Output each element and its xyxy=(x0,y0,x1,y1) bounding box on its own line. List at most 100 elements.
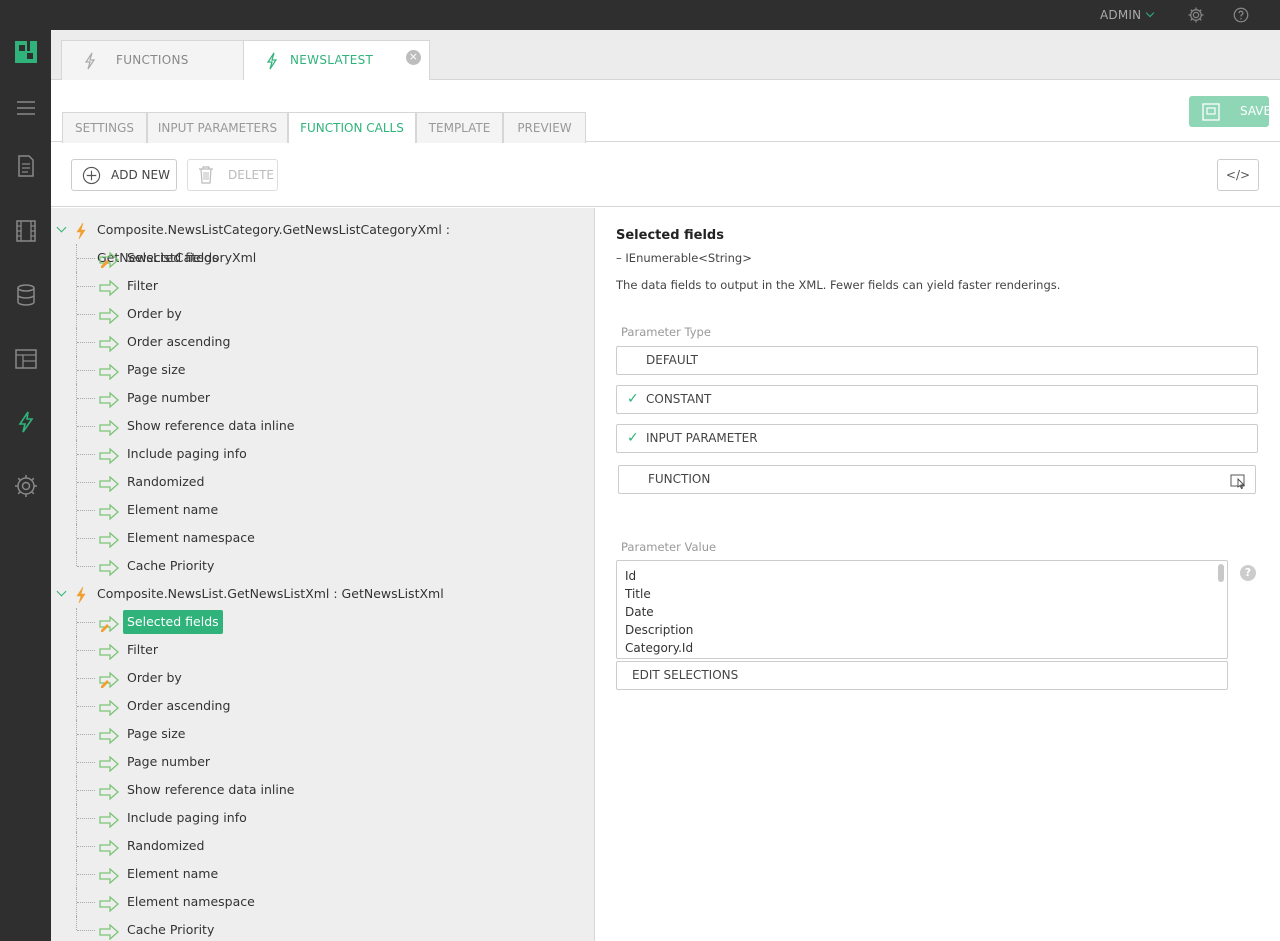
tree-parameter-item[interactable]: Element namespace xyxy=(51,524,594,552)
delete-button[interactable]: DELETE xyxy=(187,159,278,191)
tree-item-label: Order by xyxy=(127,670,182,685)
parameter-description: The data fields to output in the XML. Fe… xyxy=(616,278,1061,292)
parameter-value-list[interactable]: Id Title Date Description Category.Id xyxy=(616,560,1228,659)
tree-parameter-item[interactable]: Cache Priority xyxy=(51,916,594,941)
tree-line xyxy=(77,482,95,483)
type-dash: – xyxy=(616,251,622,265)
tree-node-label: Composite.NewsList.GetNewsListXml : GetN… xyxy=(97,586,444,601)
tab-label: NEWSLATEST xyxy=(290,53,374,67)
tree-parameter-item[interactable]: Order ascending xyxy=(51,328,594,356)
database-icon[interactable] xyxy=(14,283,38,307)
tree-function-node[interactable]: Composite.NewsListCategory.GetNewsListCa… xyxy=(51,216,594,265)
chevron-down-icon[interactable] xyxy=(56,222,67,233)
function-select-icon[interactable] xyxy=(1230,473,1246,489)
add-new-button[interactable]: ADD NEW xyxy=(71,159,177,191)
param-type-default[interactable]: DEFAULT xyxy=(616,346,1258,375)
tree-item-label: Show reference data inline xyxy=(127,782,295,797)
tree-line xyxy=(77,286,95,287)
tree-parameter-item[interactable]: Show reference data inline xyxy=(51,412,594,440)
user-name: ADMIN xyxy=(1100,8,1142,22)
tab-input-parameters[interactable]: INPUT PARAMETERS xyxy=(147,112,288,143)
tree-item-label: Selected fields xyxy=(123,610,223,634)
parameter-value-label: Parameter Value xyxy=(621,540,717,554)
delete-label: DELETE xyxy=(228,168,275,182)
tree-item-label: Order ascending xyxy=(127,698,231,713)
tree-parameter-item[interactable]: Include paging info xyxy=(51,804,594,832)
add-icon xyxy=(82,166,101,185)
main-panel: FUNCTIONS NEWSLATEST × SETTINGS INPUT PA… xyxy=(51,30,1280,941)
tab-settings[interactable]: SETTINGS xyxy=(62,112,147,143)
settings-icon[interactable] xyxy=(14,474,38,498)
tree-parameter-item[interactable]: Page size xyxy=(51,356,594,384)
value-item: Date xyxy=(625,605,654,619)
close-icon[interactable]: × xyxy=(406,50,421,65)
tree-parameter-item[interactable]: Filter xyxy=(51,272,594,300)
tab-template[interactable]: TEMPLATE xyxy=(416,112,503,143)
media-icon[interactable] xyxy=(14,219,38,243)
functions-icon[interactable] xyxy=(14,410,38,434)
tree-parameter-item[interactable]: Element namespace xyxy=(51,888,594,916)
parameter-detail-panel: Selected fields – IEnumerable<String> Th… xyxy=(596,208,1280,941)
param-type-constant[interactable]: ✓ CONSTANT xyxy=(616,385,1258,414)
tree-parameter-item[interactable]: Randomized xyxy=(51,468,594,496)
add-label: ADD NEW xyxy=(111,168,170,182)
tree-parameter-item[interactable]: Element name xyxy=(51,496,594,524)
tree-line xyxy=(77,650,95,651)
tree-item-label: Randomized xyxy=(127,838,205,853)
tab-function-calls[interactable]: FUNCTION CALLS xyxy=(288,112,416,144)
tree-item-label: Randomized xyxy=(127,474,205,489)
code-view-button[interactable]: </> xyxy=(1217,159,1259,191)
sub-tab-bar: SETTINGS INPUT PARAMETERS FUNCTION CALLS… xyxy=(51,80,1280,144)
gear-icon[interactable] xyxy=(1187,6,1205,24)
tree-item-label: Element namespace xyxy=(127,894,255,909)
edit-selections-button[interactable]: EDIT SELECTIONS xyxy=(616,661,1228,690)
tab-preview[interactable]: PREVIEW xyxy=(503,112,586,143)
tree-line xyxy=(77,510,95,511)
tree-item-label: Filter xyxy=(127,278,158,293)
tree-parameter-item[interactable]: Page size xyxy=(51,720,594,748)
tree-line xyxy=(77,314,95,315)
tree-parameter-item[interactable]: Page number xyxy=(51,748,594,776)
tree-item-label: Order by xyxy=(127,306,182,321)
tree-line xyxy=(77,902,95,903)
tree-parameter-item[interactable]: Order by xyxy=(51,664,594,692)
parameter-title: Selected fields xyxy=(616,228,724,243)
chevron-down-icon[interactable] xyxy=(56,586,67,597)
page-icon[interactable] xyxy=(14,154,38,178)
check-icon: ✓ xyxy=(627,430,639,446)
option-label: DEFAULT xyxy=(646,353,698,367)
tree-item-label: Include paging info xyxy=(127,810,247,825)
tree-parameter-item[interactable]: Selected fields xyxy=(51,244,594,272)
help-icon[interactable]: ? xyxy=(1240,565,1256,581)
tab-functions[interactable]: FUNCTIONS xyxy=(61,40,244,80)
value-item: Title xyxy=(625,587,651,601)
menu-icon[interactable] xyxy=(14,96,38,120)
tab-newslatest[interactable]: NEWSLATEST × xyxy=(243,40,430,81)
tree-item-label: Page number xyxy=(127,390,211,405)
toolbar: ADD NEW DELETE </> xyxy=(51,143,1280,207)
tree-parameter-item[interactable]: Cache Priority xyxy=(51,552,594,580)
tree-parameter-item[interactable]: Filter xyxy=(51,636,594,664)
tree-parameter-item[interactable]: Randomized xyxy=(51,832,594,860)
param-type-function[interactable]: FUNCTION xyxy=(618,465,1256,494)
tree-item-label: Element name xyxy=(127,502,219,517)
logo-icon[interactable] xyxy=(14,40,38,64)
tree-parameter-item[interactable]: Page number xyxy=(51,384,594,412)
layout-icon[interactable] xyxy=(14,347,38,371)
tree-item-label: Element namespace xyxy=(127,530,255,545)
tree-parameter-item[interactable]: Order ascending xyxy=(51,692,594,720)
tree-parameter-item[interactable]: Order by xyxy=(51,300,594,328)
save-button[interactable]: SAVE xyxy=(1189,96,1271,127)
tree-line xyxy=(77,398,95,399)
user-menu[interactable]: ADMIN xyxy=(1100,8,1155,22)
tree-item-label: Page size xyxy=(127,726,186,741)
tree-function-node[interactable]: Composite.NewsList.GetNewsListXml : GetN… xyxy=(51,580,594,608)
tree-parameter-item[interactable]: Include paging info xyxy=(51,440,594,468)
tree-parameter-item[interactable]: Element name xyxy=(51,860,594,888)
param-type-input-parameter[interactable]: ✓ INPUT PARAMETER xyxy=(616,424,1258,453)
tree-line xyxy=(77,762,95,763)
tree-parameter-item[interactable]: Selected fields xyxy=(51,608,594,636)
scrollbar[interactable] xyxy=(1218,564,1224,582)
help-icon[interactable] xyxy=(1232,6,1250,24)
tree-parameter-item[interactable]: Show reference data inline xyxy=(51,776,594,804)
